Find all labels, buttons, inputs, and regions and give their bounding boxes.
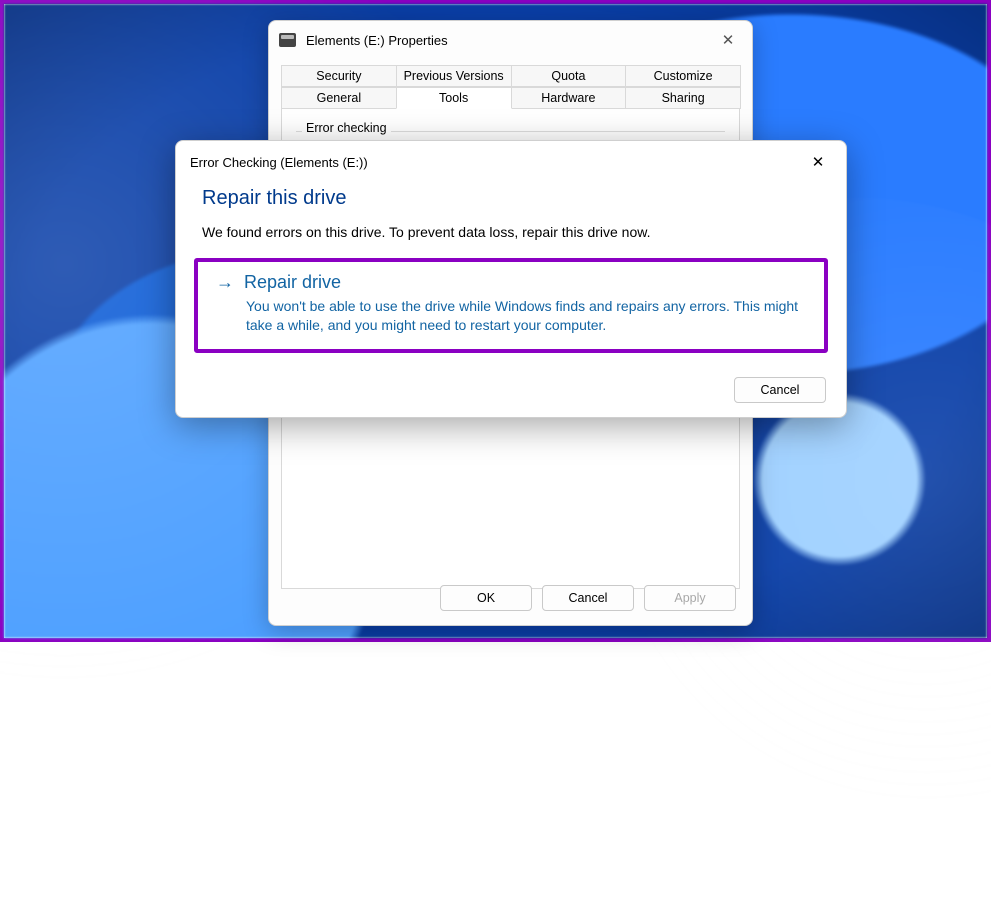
dialog-message: We found errors on this drive. To preven… (176, 210, 846, 258)
dialog-heading: Repair this drive (176, 183, 846, 210)
tab-hardware[interactable]: Hardware (511, 87, 627, 109)
groupbox-label: Error checking (302, 121, 391, 135)
tab-sharing[interactable]: Sharing (625, 87, 741, 109)
tab-customize[interactable]: Customize (625, 65, 741, 87)
repair-drive-title-row: → Repair drive (216, 272, 808, 293)
dialog-close-button[interactable]: ✕ (804, 148, 832, 176)
close-icon: ✕ (812, 153, 825, 171)
dialog-cancel-button[interactable]: Cancel (734, 377, 826, 403)
ok-button[interactable]: OK (440, 585, 532, 611)
drive-icon (279, 33, 296, 47)
properties-button-row: OK Cancel Apply (269, 585, 752, 611)
tab-general[interactable]: General (281, 87, 397, 109)
tab-security[interactable]: Security (281, 65, 397, 87)
properties-close-button[interactable]: ✕ (714, 26, 742, 54)
tab-tools[interactable]: Tools (396, 87, 512, 109)
tab-previous-versions[interactable]: Previous Versions (396, 65, 512, 87)
repair-drive-option[interactable]: → Repair drive You won't be able to use … (194, 258, 828, 353)
arrow-right-icon: → (216, 272, 234, 293)
dialog-title-text: Error Checking (Elements (E:)) (190, 155, 804, 170)
properties-title-text: Elements (E:) Properties (306, 33, 714, 48)
close-icon: ✕ (722, 31, 735, 49)
apply-button: Apply (644, 585, 736, 611)
dialog-footer: Cancel (176, 353, 846, 403)
error-checking-dialog: Error Checking (Elements (E:)) ✕ Repair … (175, 140, 847, 418)
repair-drive-subtitle: You won't be able to use the drive while… (246, 297, 808, 335)
cancel-button[interactable]: Cancel (542, 585, 634, 611)
tab-row-1: Security Previous Versions Quota Customi… (281, 65, 740, 87)
repair-drive-title: Repair drive (244, 272, 341, 293)
dialog-titlebar[interactable]: Error Checking (Elements (E:)) ✕ (176, 141, 846, 183)
tab-row-2: General Tools Hardware Sharing (281, 87, 740, 109)
properties-titlebar[interactable]: Elements (E:) Properties ✕ (269, 21, 752, 59)
tab-quota[interactable]: Quota (511, 65, 627, 87)
